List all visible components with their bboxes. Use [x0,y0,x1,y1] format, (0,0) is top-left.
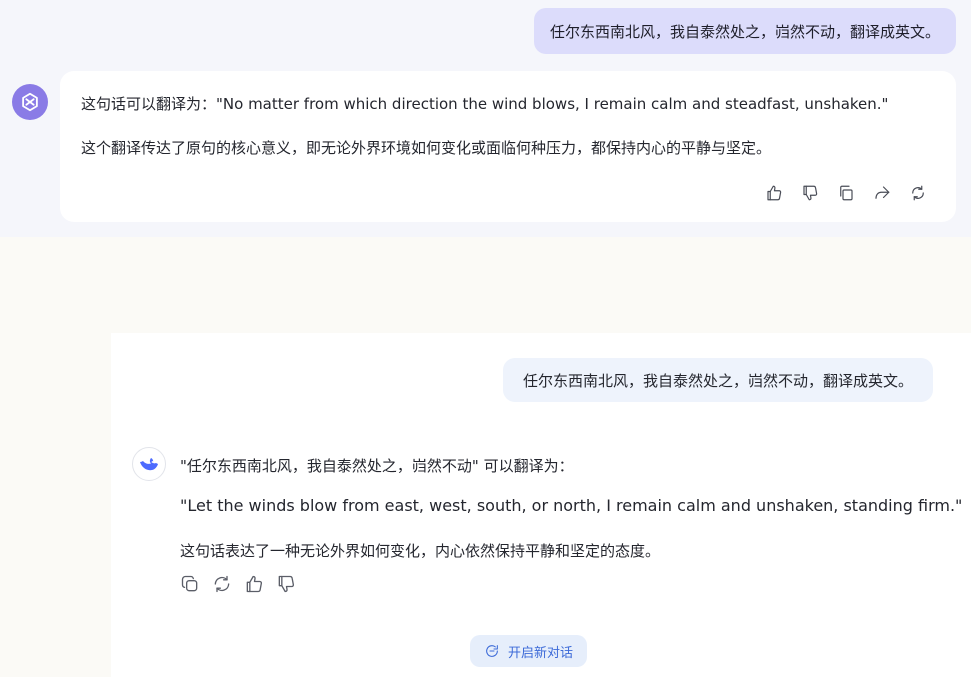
user-message-text: 任尔东西南北风，我自泰然处之，岿然不动，翻译成英文。 [522,371,913,390]
regenerate-icon[interactable] [212,574,232,594]
answer-actions [764,183,928,203]
share-icon[interactable] [872,183,892,203]
thumbs-up-icon[interactable] [244,574,264,594]
user-message-bubble: 任尔东西南北风，我自泰然处之，岿然不动，翻译成英文。 [502,358,933,402]
chat-panel-top: 任尔东西南北风，我自泰然处之，岿然不动，翻译成英文。 这句话可以翻译为："No … [0,0,971,237]
chat-panel-bottom: 任尔东西南北风，我自泰然处之，岿然不动，翻译成英文。 "任尔东西南北风，我自泰然… [111,333,971,677]
answer-translation-line: "Let the winds blow from east, west, sou… [180,496,963,515]
answer-text-line: 这个翻译传达了原句的核心意义，即无论外界环境如何变化或面临何种压力，都保持内心的… [81,139,772,157]
answer-text-line: 这句话可以翻译为："No matter from which direction… [81,95,889,113]
new-chat-label: 开启新对话 [508,645,574,661]
user-message-bubble: 任尔东西南北风，我自泰然处之，岿然不动，翻译成英文。 [533,8,956,54]
copy-icon[interactable] [180,574,200,594]
assistant-answer-card: 这句话可以翻译为："No matter from which direction… [60,71,956,222]
answer-text-line: "任尔东西南北风，我自泰然处之，岿然不动" 可以翻译为： [180,457,574,475]
copy-icon[interactable] [836,183,856,203]
new-chat-icon [486,645,498,657]
user-message-text: 任尔东西南北风，我自泰然处之，岿然不动，翻译成英文。 [549,22,940,41]
answer-actions [180,574,296,594]
thumbs-down-icon[interactable] [800,183,820,203]
assistant-avatar [12,84,48,120]
assistant-logo-icon [22,92,38,112]
thumbs-up-icon[interactable] [764,183,784,203]
thumbs-down-icon[interactable] [276,574,296,594]
new-chat-button[interactable]: 开启新对话 [470,635,588,667]
regenerate-icon[interactable] [908,183,928,203]
answer-text-line: 这句话表达了一种无论外界如何变化，内心依然保持平静和坚定的态度。 [180,542,661,560]
whale-logo-icon [140,458,158,471]
assistant-avatar [132,447,166,481]
